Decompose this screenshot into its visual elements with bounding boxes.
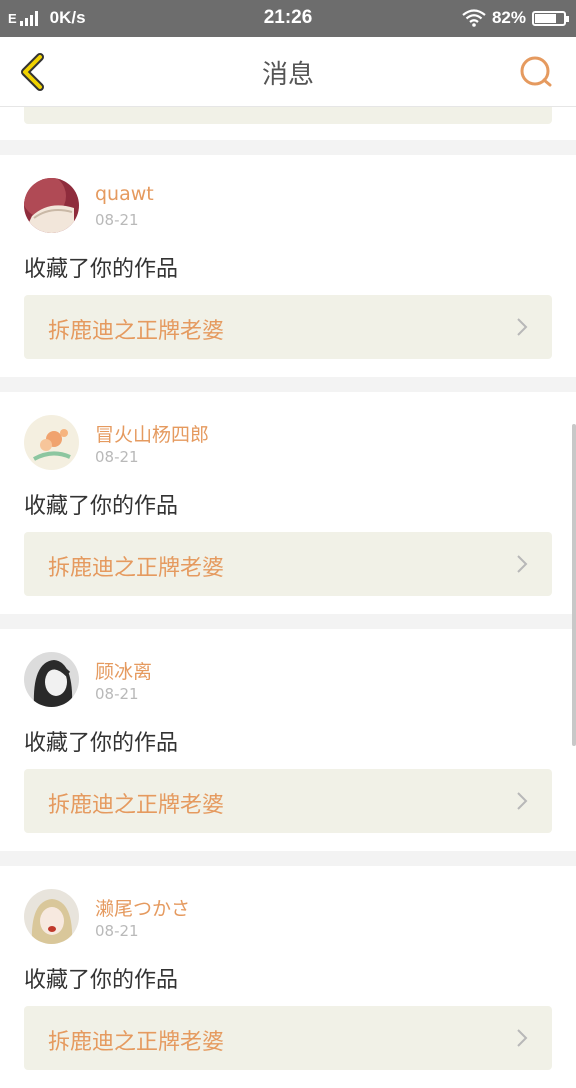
work-link[interactable]: 拆鹿迪之正牌老婆 xyxy=(24,295,552,359)
list-item: quawt 08-21 收藏了你的作品 拆鹿迪之正牌老婆 xyxy=(0,155,576,377)
list-item-partial xyxy=(0,107,576,140)
page-title: 消息 xyxy=(261,60,314,90)
chevron-right-icon xyxy=(517,318,528,336)
avatar[interactable] xyxy=(24,652,79,707)
timestamp: 08-21 xyxy=(95,922,139,940)
status-bar: E 0K/s 21:26 82% xyxy=(0,0,576,37)
wifi-icon xyxy=(462,9,486,27)
work-title: 拆鹿迪之正牌老婆 xyxy=(48,793,225,818)
timestamp: 08-21 xyxy=(95,685,139,703)
avatar[interactable] xyxy=(24,889,79,944)
action-text: 收藏了你的作品 xyxy=(24,257,179,282)
work-link-partial[interactable] xyxy=(24,107,552,124)
work-link[interactable]: 拆鹿迪之正牌老婆 xyxy=(24,769,552,833)
list-item: 濑尾つかさ 08-21 收藏了你的作品 拆鹿迪之正牌老婆 xyxy=(0,866,576,1088)
action-text: 收藏了你的作品 xyxy=(24,494,179,519)
username[interactable]: 冒火山杨四郎 xyxy=(95,420,209,447)
chevron-right-icon xyxy=(517,792,528,810)
chevron-right-icon xyxy=(517,555,528,573)
username[interactable]: quawt xyxy=(95,183,154,205)
battery-percent: 82% xyxy=(491,8,526,27)
message-list: quawt 08-21 收藏了你的作品 拆鹿迪之正牌老婆 冒火山杨四郎 08-2… xyxy=(0,107,576,1088)
action-text: 收藏了你的作品 xyxy=(24,968,179,993)
avatar[interactable] xyxy=(24,415,79,470)
work-link[interactable]: 拆鹿迪之正牌老婆 xyxy=(24,532,552,596)
search-icon[interactable] xyxy=(518,54,554,90)
avatar[interactable] xyxy=(24,178,79,233)
battery-icon xyxy=(532,10,569,26)
timestamp: 08-21 xyxy=(95,448,139,466)
timestamp: 08-21 xyxy=(95,211,139,229)
username[interactable]: 顾冰离 xyxy=(95,657,152,684)
list-item: 冒火山杨四郎 08-21 收藏了你的作品 拆鹿迪之正牌老婆 xyxy=(0,392,576,614)
work-title: 拆鹿迪之正牌老婆 xyxy=(48,319,225,344)
work-link[interactable]: 拆鹿迪之正牌老婆 xyxy=(24,1006,552,1070)
username[interactable]: 濑尾つかさ xyxy=(95,894,190,921)
action-text: 收藏了你的作品 xyxy=(24,731,179,756)
app-header: 消息 xyxy=(0,37,576,107)
scrollbar[interactable] xyxy=(572,424,576,746)
work-title: 拆鹿迪之正牌老婆 xyxy=(48,1030,225,1055)
list-item: 顾冰离 08-21 收藏了你的作品 拆鹿迪之正牌老婆 xyxy=(0,629,576,851)
chevron-right-icon xyxy=(517,1029,528,1047)
work-title: 拆鹿迪之正牌老婆 xyxy=(48,556,225,581)
status-right: 82% xyxy=(462,8,569,28)
